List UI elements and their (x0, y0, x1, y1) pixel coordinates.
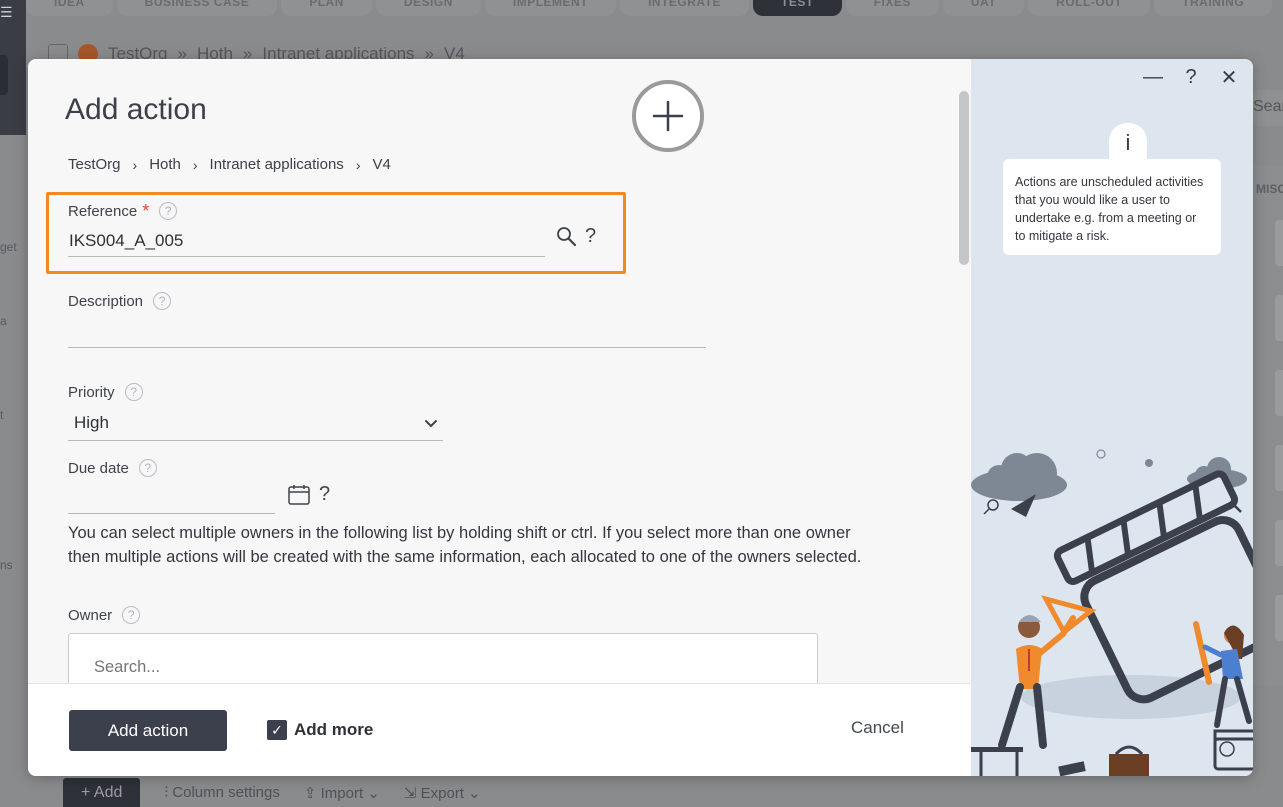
owner-label: Owner ? (68, 606, 141, 624)
priority-select[interactable]: High (68, 409, 443, 441)
bg-card (1275, 595, 1283, 641)
tab-implement: IMPLEMENT (484, 0, 617, 16)
bg-card (1275, 220, 1283, 266)
minimize-icon[interactable]: — (1141, 66, 1165, 89)
chevron-right-icon: › (132, 156, 138, 173)
calendar-icon[interactable] (287, 483, 311, 507)
chevron-right-icon: › (192, 156, 198, 173)
tab-idea: IDEA (26, 0, 113, 16)
bg-card (1275, 370, 1283, 416)
tab-uat: UAT (942, 0, 1025, 16)
info-icon: i (1109, 123, 1147, 163)
add-badge (632, 80, 704, 152)
breadcrumb-v4[interactable]: V4 (372, 156, 390, 173)
bg-section-misc: MISC (1256, 182, 1283, 196)
add-more-label[interactable]: Add more (294, 720, 373, 740)
background-right-cards (1253, 165, 1283, 685)
due-date-help-button[interactable]: ? (319, 483, 330, 506)
modal-breadcrumb: TestOrg › Hoth › Intranet applications ›… (68, 156, 391, 173)
modal-footer: Add action ✓ Add more Cancel (28, 683, 971, 776)
reference-label-text: Reference (68, 202, 138, 220)
plus-icon (652, 100, 684, 132)
priority-label-text: Priority (68, 383, 115, 401)
close-icon[interactable]: ✕ (1217, 65, 1241, 90)
bg-card (1275, 520, 1283, 566)
bg-export-label: Export (420, 784, 464, 802)
due-date-input[interactable] (68, 483, 275, 514)
tab-business-case: BUSINESS CASE (116, 0, 278, 16)
tab-plan: PLAN (281, 0, 372, 16)
modal-form-area: Add action TestOrg › Hoth › Intranet app… (28, 59, 971, 776)
bg-card (1275, 295, 1283, 341)
bg-card (1275, 445, 1283, 491)
left-sidebar-collapsed: ☰ (0, 0, 26, 135)
background-search: Search (1253, 90, 1283, 126)
add-more-checkbox[interactable]: ✓ (267, 720, 287, 740)
background-toolbar: + Add ⫶ Column settings ⇪ Import ⌄ ⇲ Exp… (0, 778, 1283, 807)
tab-test: TEST (753, 0, 842, 16)
add-action-modal: Add action TestOrg › Hoth › Intranet app… (28, 59, 1253, 776)
tab-fixes: FIXES (845, 0, 939, 16)
tab-integrate: INTEGRATE (620, 0, 750, 16)
help-circle-icon[interactable]: ? (153, 292, 172, 310)
add-action-button[interactable]: Add action (69, 710, 227, 751)
menu-icon: ☰ (0, 4, 13, 20)
help-circle-icon[interactable]: ? (124, 383, 143, 401)
window-controls: — ? ✕ (1141, 65, 1241, 90)
breadcrumb-intranet[interactable]: Intranet applications (210, 156, 344, 173)
due-date-label-text: Due date (68, 459, 129, 477)
help-circle-icon[interactable]: ? (122, 606, 141, 624)
tab-training: TRAINING (1154, 0, 1273, 16)
breadcrumb-org[interactable]: TestOrg (68, 156, 121, 173)
reference-input[interactable] (68, 226, 545, 257)
bg-left-word: ns (0, 558, 13, 572)
help-circle-icon[interactable]: ? (138, 459, 157, 477)
reference-help-button[interactable]: ? (585, 225, 596, 248)
bg-add-label: Add (93, 784, 123, 801)
bg-import-label: Import (320, 784, 364, 802)
bg-import: ⇪ Import ⌄ (303, 784, 380, 802)
bg-add-button: + Add (63, 778, 141, 807)
info-text: Actions are unscheduled activities that … (1003, 159, 1221, 255)
phase-tabs: IDEA BUSINESS CASE PLAN DESIGN IMPLEMENT… (26, 0, 1283, 16)
description-label: Description ? (68, 292, 172, 310)
bg-left-word: a (0, 314, 7, 328)
description-input[interactable] (68, 317, 706, 348)
chevron-right-icon: › (355, 156, 361, 173)
due-date-label: Due date ? (68, 459, 157, 477)
bg-export: ⇲ Export ⌄ (403, 784, 481, 802)
priority-label: Priority ? (68, 383, 143, 401)
priority-value: High (74, 413, 109, 432)
required-mark: * (142, 201, 150, 221)
clapperboard-illustration (971, 449, 1253, 776)
bg-column-settings-label: Column settings (172, 784, 280, 801)
chevron-down-icon (425, 420, 437, 427)
cancel-button[interactable]: Cancel (851, 718, 904, 738)
owner-instructions: You can select multiple owners in the fo… (68, 524, 862, 566)
form-scrollbar[interactable] (959, 91, 969, 265)
bg-left-word: get (0, 240, 17, 254)
help-circle-icon[interactable]: ? (159, 202, 178, 220)
description-label-text: Description (68, 292, 144, 310)
breadcrumb-hoth[interactable]: Hoth (149, 156, 181, 173)
owner-search-input[interactable] (68, 633, 818, 685)
bg-left-word: t (0, 408, 4, 422)
search-icon[interactable] (556, 226, 578, 248)
tab-design: DESIGN (375, 0, 481, 16)
sidebar-handle (0, 55, 8, 95)
reference-label: Reference * ? (68, 201, 178, 221)
modal-title: Add action (65, 93, 207, 126)
tab-roll-out: ROLL-OUT (1028, 0, 1151, 16)
help-icon[interactable]: ? (1179, 66, 1203, 89)
bg-column-settings: ⫶ Column settings (164, 784, 280, 801)
owner-label-text: Owner (68, 606, 113, 624)
modal-side-panel: — ? ✕ i Actions are unscheduled activiti… (971, 59, 1253, 776)
bg-search-text: Search (1253, 98, 1283, 115)
